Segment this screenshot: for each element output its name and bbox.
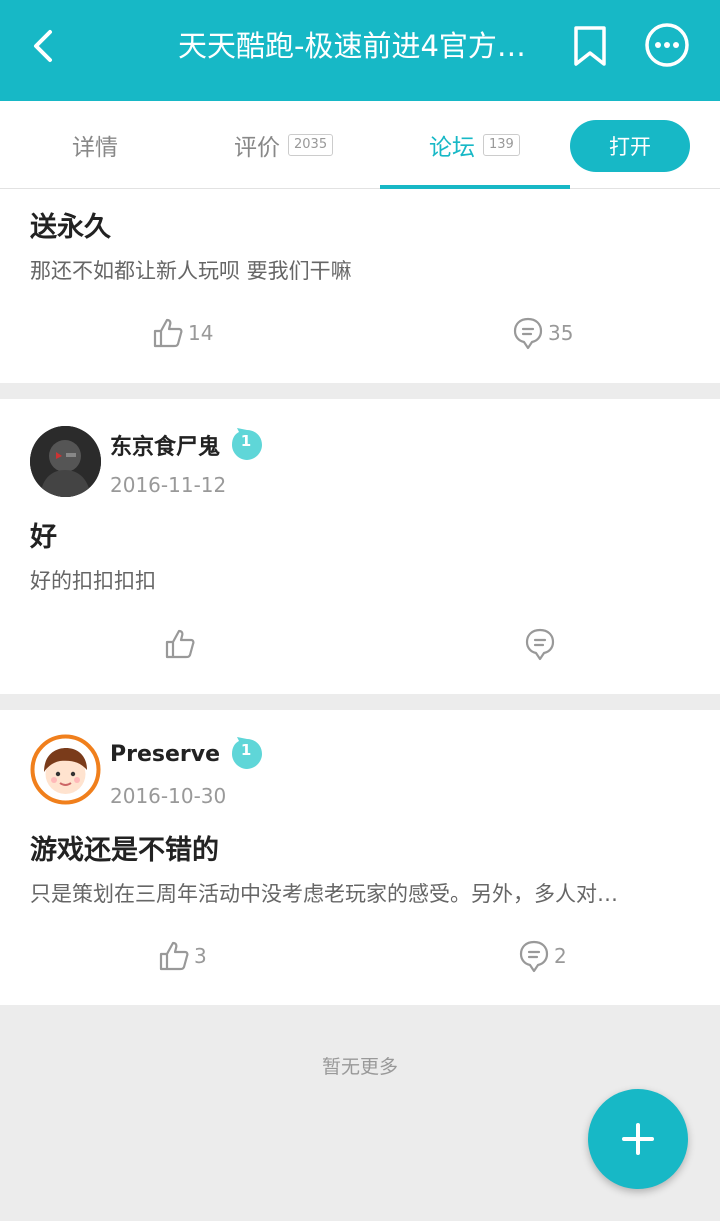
comment-bubble-icon [513, 317, 543, 350]
post-card[interactable]: 东京食尸鬼 1 2016-11-12 好 好的扣扣扣扣 [0, 399, 720, 694]
thumbs-up-icon [165, 629, 195, 659]
author-name[interactable]: Preserve [110, 742, 220, 767]
no-more-text: 暂无更多 [321, 1056, 398, 1078]
comment-bubble-icon [519, 940, 549, 973]
post-title: 好 [30, 522, 57, 553]
more-dots-icon [645, 23, 689, 67]
level-badge: 1 [230, 428, 264, 462]
bookmark-icon [574, 26, 606, 66]
level-badge: 1 [230, 737, 264, 771]
top-app-bar: 天天酷跑-极速前进4官方… [0, 0, 720, 101]
plus-icon [622, 1123, 654, 1155]
back-arrow-icon [34, 30, 52, 62]
app-title: 天天酷跑-极速前进4官方… [178, 29, 526, 63]
tab-forum[interactable]: 论坛 139 [429, 101, 520, 189]
comment-count: 35 [548, 321, 574, 345]
tab-forum-count: 139 [483, 134, 520, 156]
like-count: 3 [194, 944, 207, 968]
avatar-image [30, 426, 101, 497]
comment-count: 2 [554, 944, 567, 968]
post-date: 2016-10-30 [110, 784, 227, 808]
thumbs-up-icon [159, 941, 189, 971]
author-name-row: Preserve 1 [110, 734, 264, 774]
comment-button[interactable] [524, 624, 560, 664]
avatar-image [30, 734, 101, 805]
comment-button[interactable]: 35 [512, 313, 573, 353]
new-post-fab[interactable] [588, 1089, 688, 1189]
post-date: 2016-11-12 [110, 473, 227, 497]
avatar[interactable] [30, 426, 101, 497]
post-title: 游戏还是不错的 [30, 835, 219, 866]
tab-reviews[interactable]: 评价 2035 [234, 101, 334, 189]
level-number: 1 [240, 741, 252, 759]
post-body: 只是策划在三周年活动中没考虑老玩家的感受。另外，多人对… [30, 882, 618, 906]
post-card[interactable]: Preserve 1 2016-10-30 游戏还是不错的 只是策划在三周年活动… [0, 710, 720, 1005]
post-title: 送永久 [30, 212, 111, 243]
open-button[interactable]: 打开 [570, 120, 690, 172]
tab-reviews-count: 2035 [288, 134, 334, 156]
comment-button[interactable]: 2 [518, 936, 567, 976]
author-name[interactable]: 东京食尸鬼 [110, 429, 220, 461]
tab-details[interactable]: 详情 [72, 101, 118, 189]
level-number: 1 [240, 432, 252, 450]
author-name-row: 东京食尸鬼 1 [110, 425, 264, 465]
post-card[interactable]: 送永久 那还不如都让新人玩呗 要我们干嘛 14 35 [0, 189, 720, 383]
like-count: 14 [188, 321, 214, 345]
avatar[interactable] [30, 734, 101, 805]
tab-bar: 详情 评价 2035 论坛 139 打开 [0, 101, 720, 189]
back-button[interactable] [18, 20, 70, 72]
tab-reviews-label: 评价 [234, 135, 280, 161]
more-options-button[interactable] [640, 18, 694, 72]
post-body: 好的扣扣扣扣 [30, 569, 156, 593]
thumbs-up-icon [153, 318, 183, 348]
active-tab-indicator [380, 185, 570, 189]
tab-forum-label: 论坛 [429, 135, 475, 161]
post-body: 那还不如都让新人玩呗 要我们干嘛 [30, 259, 352, 283]
like-button[interactable] [164, 624, 200, 664]
like-button[interactable]: 3 [158, 936, 207, 976]
comment-bubble-icon [525, 628, 555, 661]
like-button[interactable]: 14 [152, 313, 213, 353]
tab-details-label: 详情 [72, 135, 118, 161]
bookmark-button[interactable] [566, 20, 614, 72]
